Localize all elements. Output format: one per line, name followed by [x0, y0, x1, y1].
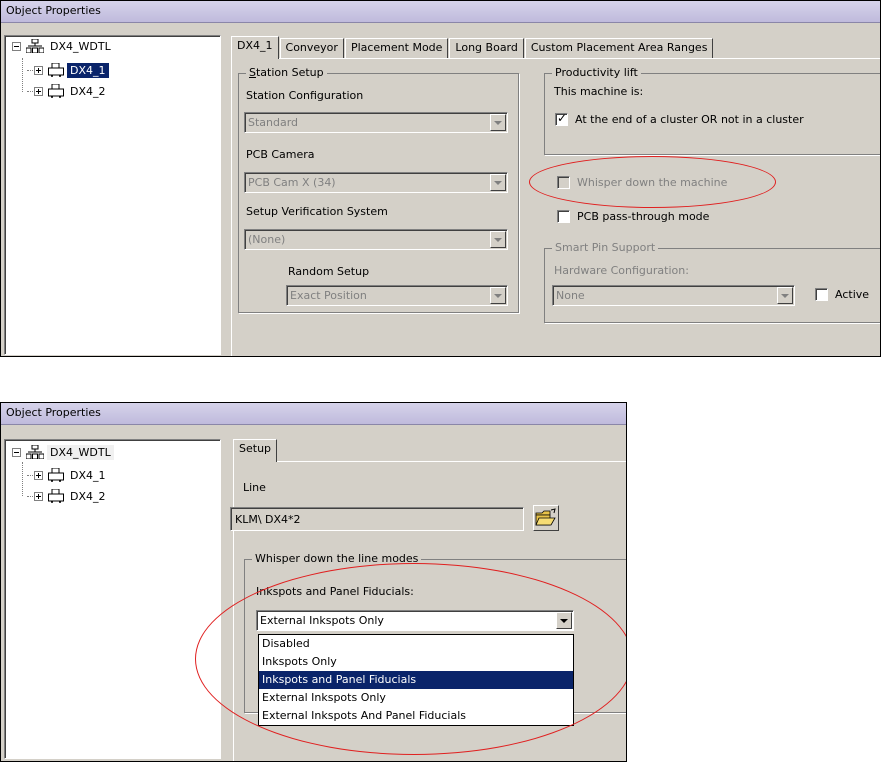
- setup-verification-select: (None): [244, 229, 508, 250]
- select-value: Standard: [248, 116, 299, 129]
- dropdown-option[interactable]: Inkspots Only: [259, 653, 573, 671]
- line-network-icon: [26, 39, 44, 53]
- hardware-configuration-label: Hardware Configuration:: [554, 264, 689, 277]
- random-setup-select: Exact Position: [286, 285, 508, 306]
- station-configuration-select: Standard: [244, 112, 508, 133]
- dropdown-arrow-icon: [777, 287, 793, 304]
- pcb-camera-label: PCB Camera: [246, 148, 315, 161]
- tree-root-label: DX4_WDTL: [50, 39, 111, 53]
- dropdown-option[interactable]: Disabled: [259, 635, 573, 653]
- tab-custom-placement-area-ranges[interactable]: Custom Placement Area Ranges: [524, 38, 714, 58]
- machine-icon: [48, 489, 64, 503]
- checkbox-icon[interactable]: [557, 210, 570, 223]
- tab-panel: Line KLM\ DX4*2 Whisper down the line mo…: [230, 461, 626, 761]
- pcb-passthrough-checkbox[interactable]: PCB pass-through mode: [557, 210, 709, 223]
- machine-icon: [48, 84, 64, 98]
- textbox-value: KLM\ DX4*2: [235, 513, 301, 526]
- checkbox-label: At the end of a cluster OR not in a clus…: [575, 113, 804, 126]
- object-properties-window-bottom: Object Properties DX4_WDTL DX4_1 DX4_2 S…: [0, 402, 627, 762]
- dropdown-option-highlighted[interactable]: Inkspots and Panel Fiducials: [259, 671, 573, 689]
- folder-open-icon: [535, 508, 556, 526]
- expand-icon[interactable]: [34, 65, 43, 75]
- machine-icon: [48, 468, 64, 482]
- line-network-icon: [26, 445, 44, 459]
- tree-node-dx4-2[interactable]: DX4_2: [34, 488, 109, 504]
- dropdown-arrow-icon: [490, 114, 506, 131]
- whisper-down-machine-checkbox: Whisper down the machine: [557, 176, 727, 189]
- checkbox-label: Whisper down the machine: [577, 176, 728, 189]
- tree-child-label: DX4_1: [67, 62, 109, 78]
- collapse-icon[interactable]: [12, 447, 21, 457]
- tree-node-root[interactable]: DX4_WDTL: [12, 444, 114, 460]
- tab-setup[interactable]: Setup: [233, 439, 278, 462]
- tab-long-board[interactable]: Long Board: [449, 38, 524, 58]
- machine-is-label: This machine is:: [554, 85, 644, 98]
- dropdown-arrow-icon[interactable]: [556, 612, 572, 629]
- select-value: None: [556, 289, 585, 302]
- pcb-camera-select: PCB Cam X (34): [244, 172, 508, 193]
- expand-icon[interactable]: [34, 491, 43, 501]
- select-value: External Inkspots Only: [260, 614, 384, 627]
- dropdown-option[interactable]: External Inkspots Only: [259, 689, 573, 707]
- inkspots-label: Inkspots and Panel Fiducials:: [256, 585, 414, 598]
- group-label: Smart Pin Support: [552, 241, 659, 254]
- browse-folder-button[interactable]: [533, 505, 559, 531]
- tab-strip: Setup: [233, 439, 278, 462]
- expand-icon[interactable]: [34, 470, 43, 480]
- inkspots-select[interactable]: External Inkspots Only: [256, 610, 574, 631]
- object-properties-window-top: Object Properties DX4_WDTL DX4_1 DX4_2 D…: [0, 0, 881, 357]
- dropdown-arrow-icon: [490, 231, 506, 248]
- checkbox-icon[interactable]: [815, 288, 828, 301]
- dropdown-arrow-icon: [490, 287, 506, 304]
- group-label: Station Setup: [246, 66, 327, 79]
- dropdown-arrow-icon: [490, 174, 506, 191]
- tree-node-dx4-2[interactable]: DX4_2: [34, 83, 109, 99]
- group-label: Productivity lift: [552, 66, 641, 79]
- tree-node-dx4-1[interactable]: DX4_1: [34, 62, 109, 78]
- tree-root-label: DX4_WDTL: [47, 444, 114, 460]
- object-tree[interactable]: DX4_WDTL DX4_1 DX4_2: [4, 35, 221, 355]
- station-setup-group: Station Setup: [238, 66, 519, 313]
- tab-placement-mode[interactable]: Placement Mode: [344, 38, 449, 58]
- tree-child-label: DX4_1: [70, 468, 106, 482]
- tree-child-label: DX4_2: [70, 84, 106, 98]
- active-checkbox[interactable]: Active: [815, 288, 869, 301]
- collapse-icon[interactable]: [12, 41, 21, 51]
- checkbox-label: Active: [835, 288, 870, 301]
- object-tree[interactable]: DX4_WDTL DX4_1 DX4_2: [4, 439, 221, 759]
- select-value: PCB Cam X (34): [248, 176, 336, 189]
- tree-node-dx4-1[interactable]: DX4_1: [34, 467, 109, 483]
- window-title: Object Properties: [1, 403, 626, 425]
- select-value: Exact Position: [290, 289, 367, 302]
- tab-strip: DX4_1 Conveyor Placement Mode Long Board…: [231, 36, 714, 59]
- expand-icon[interactable]: [34, 86, 43, 96]
- line-textbox[interactable]: KLM\ DX4*2: [230, 507, 524, 531]
- random-setup-label: Random Setup: [288, 265, 370, 278]
- machine-icon: [48, 63, 64, 77]
- select-value: (None): [248, 233, 286, 246]
- hardware-configuration-select: None: [552, 285, 795, 306]
- inkspots-dropdown-list[interactable]: Disabled Inkspots Only Inkspots and Pane…: [258, 634, 574, 726]
- checkbox-checked-icon[interactable]: [555, 111, 568, 126]
- tab-dx4-1[interactable]: DX4_1: [231, 36, 279, 59]
- group-label: Whisper down the line modes: [252, 552, 422, 565]
- station-configuration-label: Station Configuration: [246, 89, 364, 102]
- tree-child-label: DX4_2: [70, 489, 106, 503]
- setup-verification-label: Setup Verification System: [246, 205, 388, 218]
- line-label: Line: [243, 481, 266, 494]
- tab-conveyor[interactable]: Conveyor: [279, 38, 344, 58]
- checkbox-icon: [557, 176, 570, 189]
- window-title: Object Properties: [1, 1, 880, 23]
- tree-node-root[interactable]: DX4_WDTL: [12, 38, 114, 54]
- end-of-cluster-checkbox[interactable]: At the end of a cluster OR not in a clus…: [555, 111, 804, 126]
- tab-panel: Station Setup Station Configuration Stan…: [231, 58, 880, 356]
- dropdown-option[interactable]: External Inkspots And Panel Fiducials: [259, 707, 573, 725]
- checkbox-label: PCB pass-through mode: [577, 210, 710, 223]
